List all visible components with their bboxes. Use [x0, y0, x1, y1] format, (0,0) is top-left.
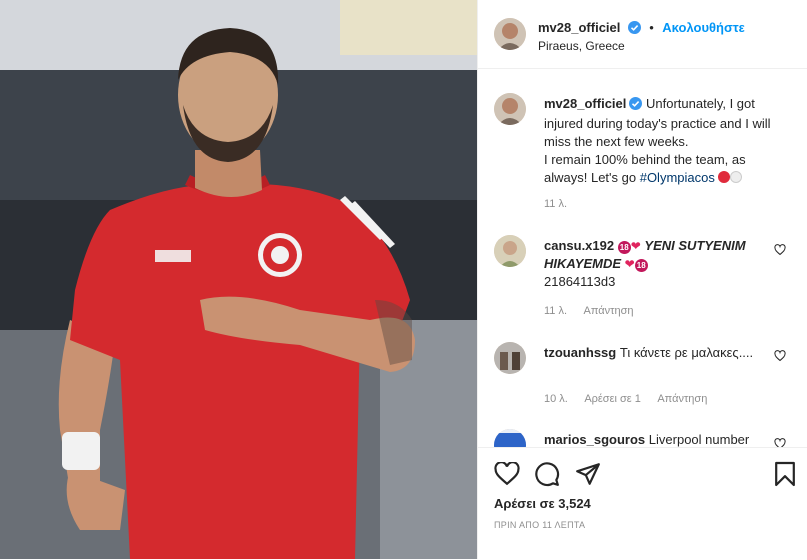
like-comment-heart-icon[interactable]: [774, 438, 786, 447]
caption-username[interactable]: mv28_officiel: [544, 96, 626, 111]
reply-button[interactable]: Απάντηση: [583, 305, 633, 317]
comment-time[interactable]: 11 λ.: [544, 305, 567, 317]
post-date[interactable]: ΠΡΙΝ ΑΠΟ 11 ΛΕΠΤΑ: [494, 520, 585, 530]
avatar[interactable]: [494, 235, 526, 267]
comment-username[interactable]: cansu.x192: [544, 238, 614, 253]
comment-username[interactable]: marios_sgouros: [544, 432, 645, 447]
comment-bubble-icon[interactable]: [534, 461, 560, 487]
verified-icon: [627, 21, 641, 39]
comment-item: marios_sgouros Liverpool number: [494, 429, 794, 447]
comment-text: Liverpool number: [648, 432, 750, 447]
post-panel: mv28_officiel • Ακολουθήστε Piraeus, Gre…: [477, 0, 807, 559]
header-username[interactable]: mv28_officiel: [538, 20, 620, 35]
follow-button[interactable]: Ακολουθήστε: [662, 20, 745, 35]
heart-emoji-icon: ❤: [624, 257, 635, 271]
avatar[interactable]: [494, 342, 526, 374]
likes-count[interactable]: Αρέσει σε 3,524: [494, 496, 591, 511]
like-heart-icon[interactable]: [494, 462, 520, 486]
comment-text-c: 21864113d3: [544, 274, 616, 289]
avatar[interactable]: [494, 18, 526, 50]
caption-time[interactable]: 11 λ.: [544, 198, 567, 210]
location-link[interactable]: Piraeus, Greece: [538, 39, 625, 53]
comment-text: Τι κάνετε ρε μαλακες....: [619, 345, 754, 360]
heart-emoji-icon: ❤: [630, 239, 641, 253]
comment-item: cansu.x192 18 ❤ YENI SUTYENIM HIKAYEMDE ❤…: [494, 235, 794, 317]
white-circle-icon: [730, 171, 743, 183]
save-bookmark-icon[interactable]: [774, 460, 796, 488]
hashtag-link[interactable]: #Olympiacos: [640, 170, 715, 185]
post-actions: Αρέσει σε 3,524 ΠΡΙΝ ΑΠΟ 11 ΛΕΠΤΑ: [478, 447, 807, 560]
avatar[interactable]: [494, 93, 526, 125]
like-comment-heart-icon[interactable]: [774, 350, 786, 362]
player-illustration: [0, 0, 477, 559]
verified-icon: [629, 97, 643, 115]
comment-item: tzouanhssg Τι κάνετε ρε μαλακες.... 10 λ…: [494, 342, 794, 412]
share-paper-plane-icon[interactable]: [575, 461, 601, 487]
comment-time[interactable]: 10 λ.: [544, 393, 568, 405]
post-header: mv28_officiel • Ακολουθήστε Piraeus, Gre…: [478, 0, 807, 69]
age-18-icon: 18: [634, 259, 648, 272]
separator-dot: •: [649, 20, 654, 35]
comment-likes[interactable]: Αρέσει σε 1: [584, 393, 641, 405]
reply-button[interactable]: Απάντηση: [657, 393, 707, 405]
age-18-icon: 18: [617, 241, 631, 254]
red-circle-icon: [718, 171, 731, 183]
comment-username[interactable]: tzouanhssg: [544, 345, 616, 360]
like-comment-heart-icon[interactable]: [774, 244, 786, 256]
comment-text-a: YENI: [644, 238, 675, 253]
comments-list[interactable]: mv28_officiel Unfortunately, I got injur…: [478, 69, 807, 447]
post-photo[interactable]: [0, 0, 477, 559]
avatar[interactable]: [494, 429, 526, 447]
